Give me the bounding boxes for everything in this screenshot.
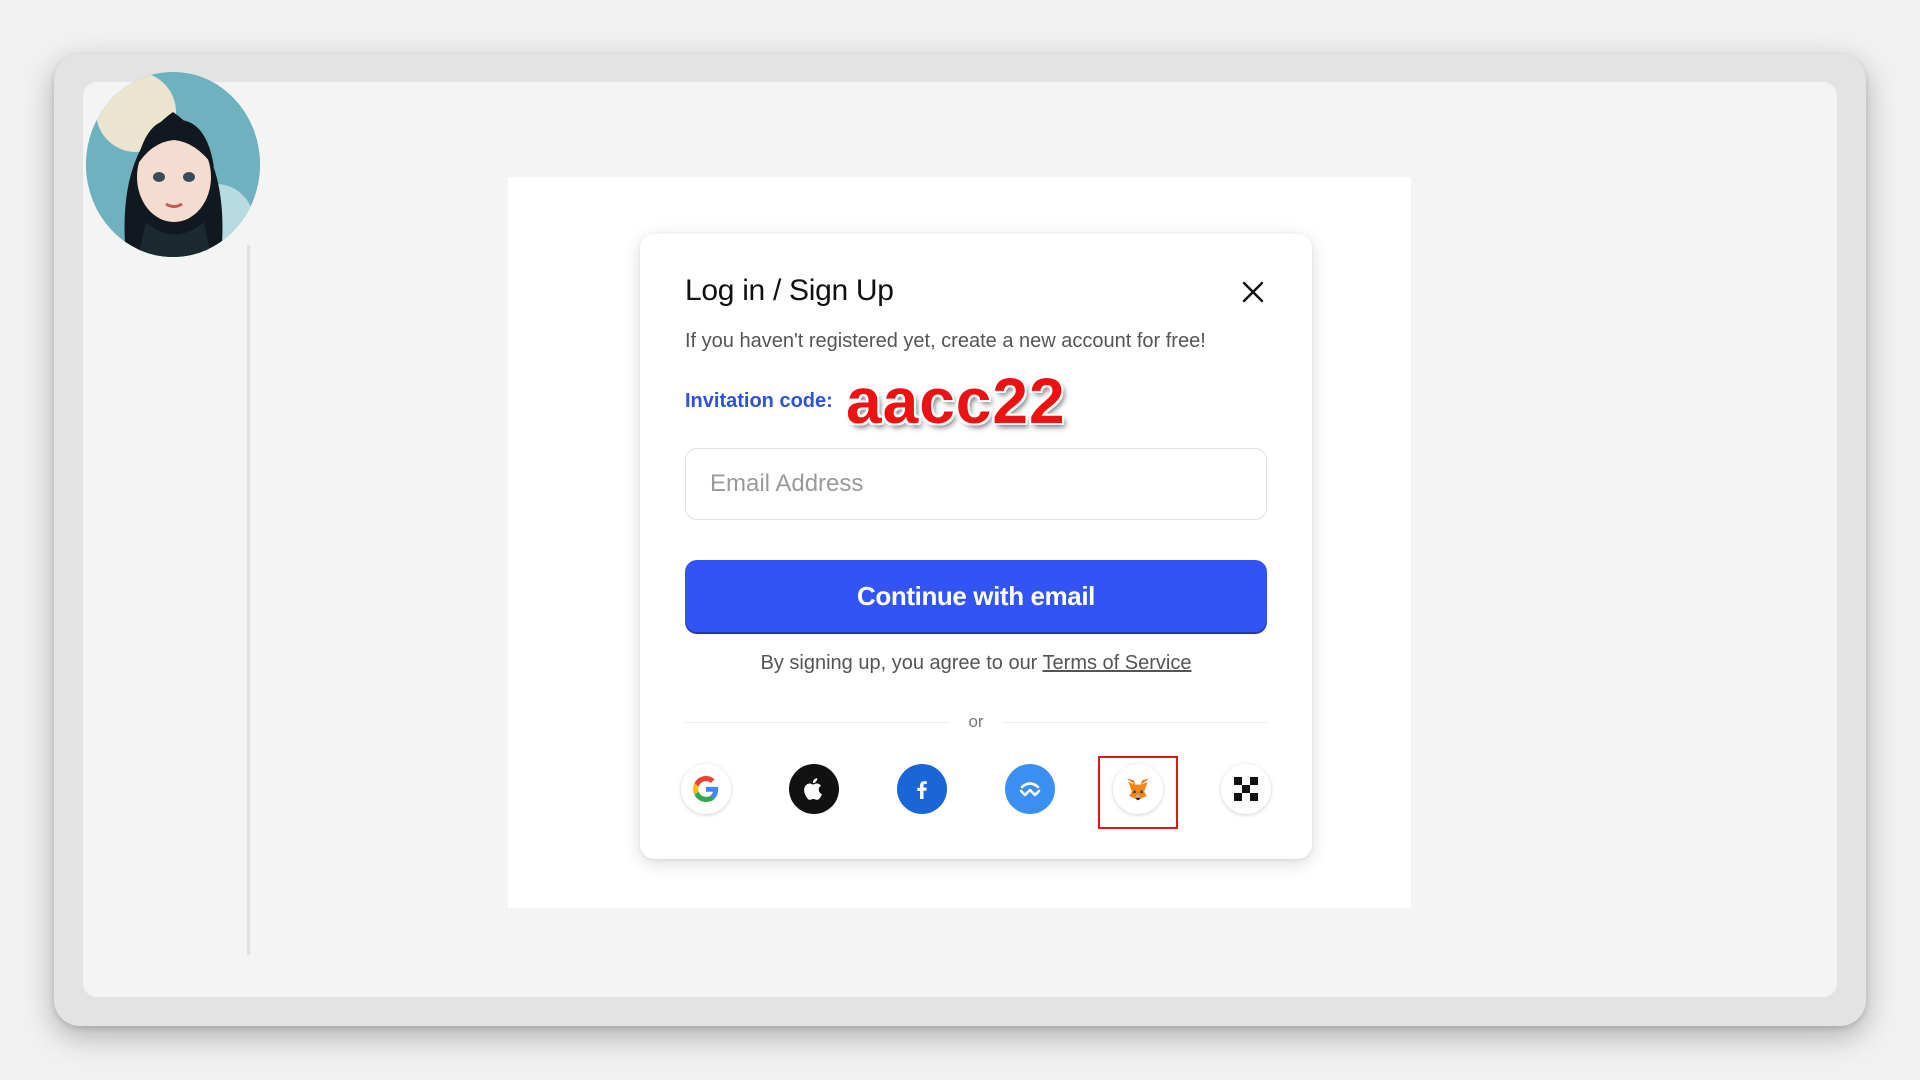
invitation-code: aacc22 bbox=[846, 365, 1066, 437]
terms-of-service-link[interactable]: Terms of Service bbox=[1043, 652, 1192, 674]
email-field[interactable] bbox=[685, 448, 1267, 520]
close-icon bbox=[1242, 281, 1264, 303]
google-login-button[interactable] bbox=[681, 764, 731, 814]
social-login-row bbox=[681, 756, 1273, 832]
dialog-title: Log in / Sign Up bbox=[685, 274, 894, 307]
apple-login-button[interactable] bbox=[789, 764, 839, 814]
facebook-icon bbox=[917, 781, 927, 799]
wallet-connect-icon bbox=[1019, 782, 1041, 797]
sidebar-divider bbox=[247, 245, 250, 955]
login-dialog: Log in / Sign Up If you haven't register… bbox=[640, 234, 1312, 859]
or-text: or bbox=[968, 712, 984, 731]
dialog-subtitle: If you haven't registered yet, create a … bbox=[685, 330, 1206, 352]
continue-with-email-button[interactable]: Continue with email bbox=[685, 560, 1267, 632]
close-button[interactable] bbox=[1237, 276, 1269, 308]
metamask-highlight bbox=[1098, 756, 1178, 829]
facebook-login-button[interactable] bbox=[897, 764, 947, 814]
qr-code-icon bbox=[1234, 777, 1258, 801]
google-icon bbox=[693, 776, 719, 802]
invitation-label: Invitation code: bbox=[685, 390, 833, 412]
terms-prefix: By signing up, you agree to our bbox=[760, 652, 1043, 674]
avatar bbox=[86, 72, 260, 257]
apple-icon bbox=[804, 778, 822, 800]
terms-notice: By signing up, you agree to our Terms of… bbox=[685, 652, 1267, 675]
qr-code-login-button[interactable] bbox=[1221, 764, 1271, 814]
walletconnect-login-button[interactable] bbox=[1005, 764, 1055, 814]
or-divider: or bbox=[685, 712, 1267, 732]
